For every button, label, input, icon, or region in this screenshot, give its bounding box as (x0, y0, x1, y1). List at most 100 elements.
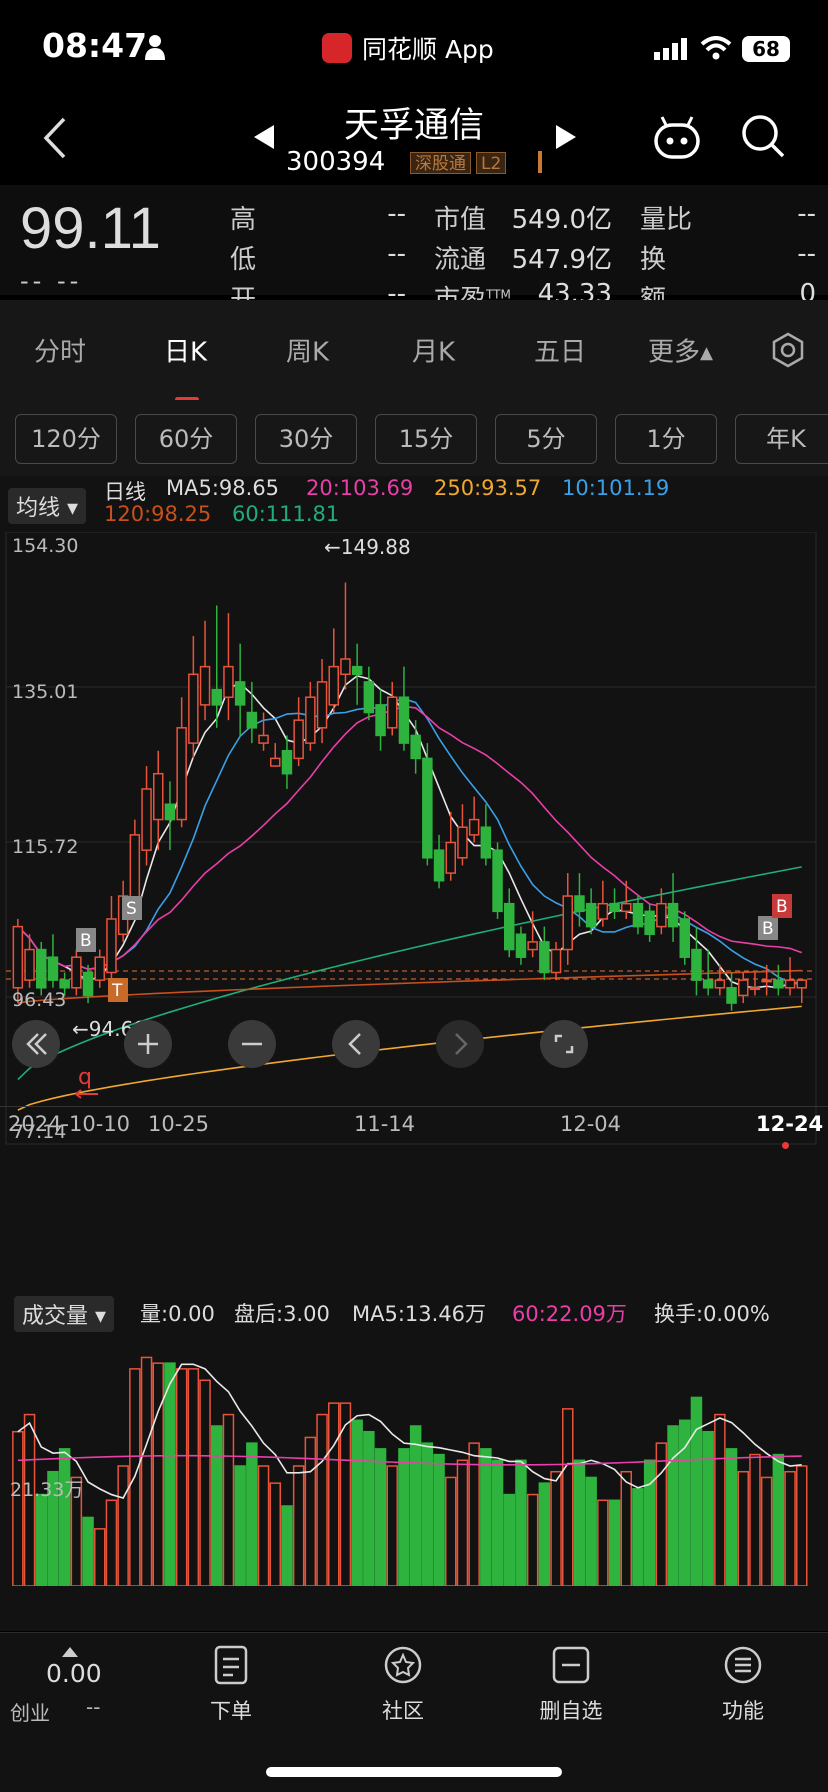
volume-bar (152, 1362, 164, 1586)
period-120min[interactable]: 120分 (15, 414, 117, 464)
candle (597, 902, 609, 920)
candle (679, 918, 690, 958)
candle (761, 979, 772, 983)
scroll-left-fast-button[interactable] (12, 1020, 60, 1068)
period-30min[interactable]: 30分 (255, 414, 357, 464)
candle (47, 956, 59, 981)
candle (585, 902, 597, 928)
stock-header: 天孚通信 300394 深股通 L2 (0, 95, 828, 185)
ma60-legend: 60:111.81 (232, 502, 340, 526)
market-cap-value: 549.0亿 (511, 205, 612, 235)
candle (562, 895, 573, 951)
candle (784, 979, 796, 989)
index-name: 创业 (10, 1701, 50, 1725)
functions-button[interactable]: 功能 (688, 1645, 798, 1725)
volume-bar (526, 1493, 539, 1586)
volume-bar (667, 1425, 679, 1586)
scroll-left-button[interactable] (332, 1020, 380, 1068)
volume-selector[interactable]: 成交量 ▾ (14, 1296, 115, 1332)
app-name: 同花顺 App (322, 30, 494, 66)
ma250-legend: 250:93.57 (434, 476, 542, 500)
volume-bar (328, 1402, 340, 1586)
candle (527, 941, 538, 951)
search-icon[interactable] (740, 113, 786, 159)
next-stock-icon[interactable] (554, 123, 578, 151)
candle (738, 979, 749, 997)
zoom-in-button[interactable] (124, 1020, 172, 1068)
community-button[interactable]: 社区 (348, 1645, 458, 1725)
robot-icon[interactable] (652, 113, 702, 163)
up-arrow-icon (62, 1647, 78, 1657)
period-yearly-k[interactable]: 年K (735, 414, 828, 464)
remove-watchlist-label: 删自选 (539, 1699, 603, 1723)
ma20-legend: 20:103.69 (306, 476, 414, 500)
tab-five-day[interactable]: 五日 (534, 332, 586, 369)
volume-chart[interactable]: 21.33万 (0, 1332, 828, 1586)
candle (632, 902, 644, 928)
volume-bar (456, 1459, 469, 1586)
volume-bar (58, 1448, 71, 1586)
high-annotation: ←149.88 (324, 535, 411, 559)
candle (24, 948, 35, 981)
candle (550, 948, 562, 974)
x-tick-2: 11-14 (354, 1112, 416, 1136)
candle (515, 933, 527, 958)
volume-bar (643, 1459, 656, 1586)
volume-bar (211, 1425, 223, 1586)
float-cap-label: 流通 (434, 245, 487, 275)
replay-icon[interactable]: q (74, 1064, 102, 1100)
candle (691, 948, 702, 981)
period-1min[interactable]: 1分 (615, 414, 717, 464)
volume-bar (620, 1470, 632, 1586)
candle (176, 727, 187, 821)
candle (59, 979, 70, 989)
double-chevron-left-icon (26, 1033, 47, 1055)
volume-bar (433, 1453, 445, 1586)
tab-daily-k[interactable]: 日K (164, 332, 207, 369)
candle (574, 895, 585, 913)
volume-bar (82, 1516, 94, 1586)
remove-watchlist-button[interactable]: 删自选 (516, 1645, 626, 1725)
period-60min[interactable]: 60分 (135, 414, 237, 464)
volume-bar (316, 1413, 328, 1586)
tab-more[interactable]: 更多▴ (648, 332, 713, 369)
menu-icon (724, 1646, 762, 1684)
period-5min[interactable]: 5分 (495, 414, 597, 464)
volume-bar (281, 1505, 293, 1586)
x-axis-line (0, 1106, 828, 1107)
fullscreen-button[interactable] (540, 1020, 588, 1068)
tab-monthly-k[interactable]: 月K (412, 332, 455, 369)
period-15min[interactable]: 15分 (375, 414, 477, 464)
scroll-right-button[interactable] (436, 1020, 484, 1068)
x-tick-3: 12-04 (560, 1112, 622, 1136)
chart-tabs: 分时 日K 周K 月K 五日 更多▴ (0, 300, 828, 402)
wifi-icon (700, 36, 732, 60)
tag-shenguton: 深股通 (410, 152, 471, 174)
volume-bar (35, 1493, 47, 1586)
settings-icon[interactable] (770, 332, 806, 368)
minus-icon (242, 1042, 262, 1046)
candle (387, 696, 398, 729)
marker-b3-text: B (776, 897, 788, 917)
volume-bar (491, 1459, 504, 1586)
candle (609, 902, 620, 913)
volume-bar (199, 1379, 211, 1586)
volume-bar (351, 1419, 363, 1586)
y-tick-3: 115.72 (12, 836, 78, 858)
functions-label: 功能 (722, 1699, 764, 1723)
zoom-out-button[interactable] (228, 1020, 276, 1068)
candle (398, 696, 410, 744)
app-logo-icon (322, 33, 352, 63)
ma-selector[interactable]: 均线 ▾ (8, 488, 87, 524)
volume-ratio-value: -- (797, 199, 816, 229)
volume-bar (655, 1442, 668, 1586)
tab-intraday[interactable]: 分时 (34, 332, 86, 369)
volume-bar (234, 1465, 246, 1586)
status-time: 08:47 (42, 26, 148, 65)
volume-bar (292, 1465, 305, 1586)
tab-weekly-k[interactable]: 周K (286, 332, 329, 369)
kline-chart-area: 均线 ▾ 日线 MA5:98.65 20:103.69 250:93.57 10… (0, 476, 828, 1631)
order-button[interactable]: 下单 (176, 1645, 286, 1725)
stock-code: 300394 (286, 147, 386, 177)
order-icon (214, 1645, 248, 1685)
